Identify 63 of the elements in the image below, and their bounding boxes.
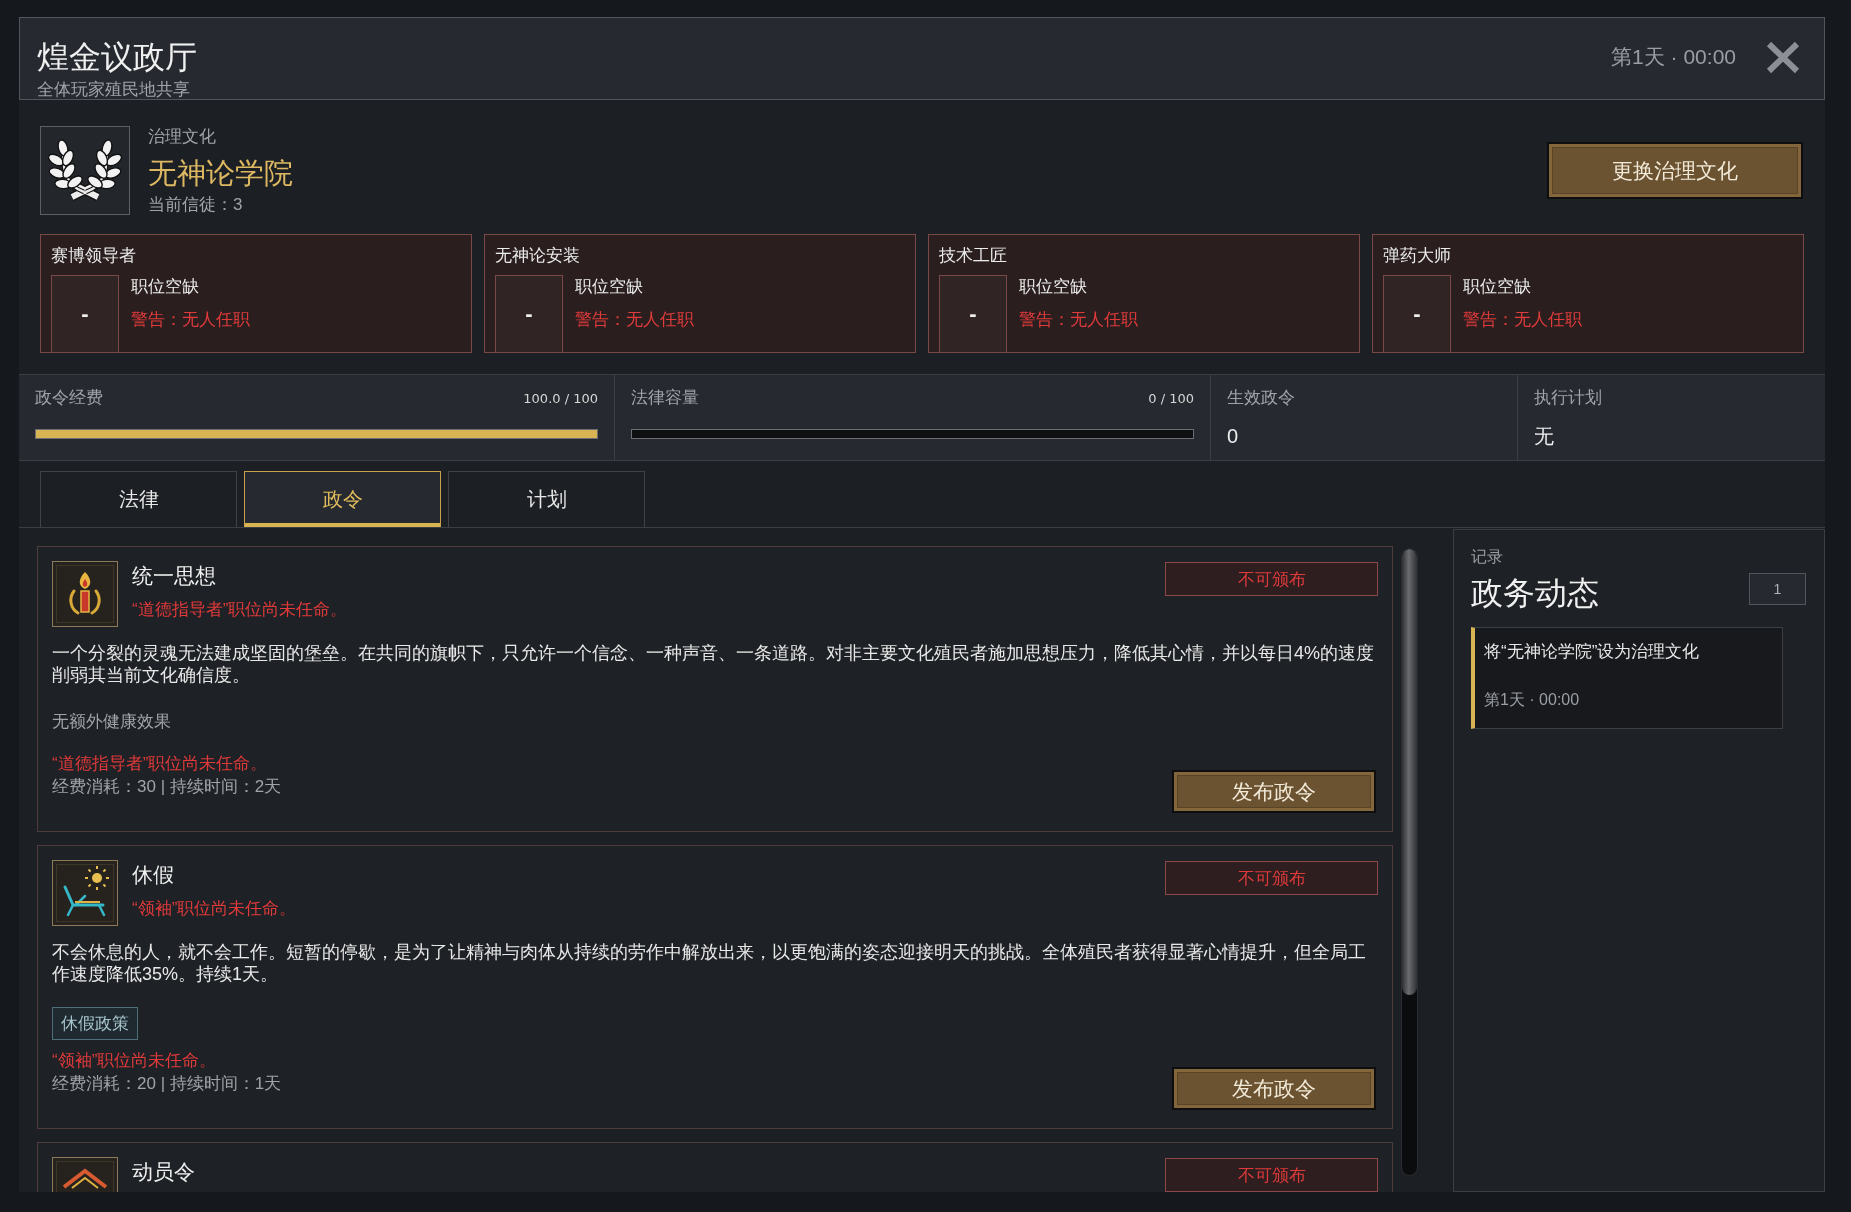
empty-portrait-slot[interactable]: - bbox=[495, 275, 563, 352]
issue-decree-button[interactable]: 发布政令 bbox=[1172, 1067, 1376, 1110]
stat-label: 政令经费 bbox=[35, 388, 103, 408]
tab[interactable]: 政令 bbox=[244, 471, 441, 527]
cost-duration-text: 经费消耗：20 | 持续时间：1天 bbox=[52, 1073, 282, 1095]
stat-value: 0 bbox=[1227, 425, 1239, 447]
decree-description: 不会休息的人，就不会工作。短暂的停歇，是为了让精神与肉体从持续的劳作中解放出来，以更饱满的姿态迎接明天的挑战。全体殖民者获得显著心情提升，但全局工作速度降低35%。持续1天。 bbox=[52, 941, 1367, 985]
tab[interactable]: 计划 bbox=[448, 471, 645, 527]
issue-decree-button[interactable]: 发布政令 bbox=[1172, 770, 1376, 813]
effect-note: 无额外健康效果 bbox=[52, 711, 171, 733]
empty-portrait-slot[interactable]: - bbox=[51, 275, 119, 352]
log-entry-time: 第1天 · 00:00 bbox=[1484, 690, 1580, 710]
status-badge: 不可颁布 bbox=[1165, 1158, 1378, 1192]
follower-count: 当前信徒：3 bbox=[148, 194, 243, 215]
decree-title: 统一思想 bbox=[132, 563, 216, 589]
vacancy-warning: 警告：无人任职 bbox=[1463, 309, 1582, 331]
vacancy-status: 职位空缺 bbox=[131, 277, 199, 297]
requirement-warning: “道德指导者”职位尚未任命。 bbox=[132, 599, 348, 621]
status-badge: 不可颁布 bbox=[1165, 562, 1378, 596]
laurel-wreath-icon bbox=[40, 126, 130, 215]
stat-reading: 0 / 100 bbox=[1148, 390, 1194, 406]
vacancy-status: 职位空缺 bbox=[1019, 277, 1087, 297]
change-culture-button[interactable]: 更换治理文化 bbox=[1547, 142, 1803, 199]
stat-label: 法律容量 bbox=[631, 388, 699, 408]
empty-portrait-slot[interactable]: - bbox=[939, 275, 1007, 352]
close-icon[interactable] bbox=[1766, 40, 1800, 74]
vacancy-warning: 警告：无人任职 bbox=[575, 309, 694, 331]
log-entry-text: 将“无神论学院”设为治理文化 bbox=[1484, 641, 1700, 663]
scrollbar-thumb[interactable] bbox=[1402, 549, 1417, 995]
culture-name: 无神论学院 bbox=[148, 155, 293, 190]
decree-description: 一个分裂的灵魂无法建成坚固的堡垒。在共同的旗帜下，只允许一个信念、一种声音、一条道路。对非主要文化殖民者施加思想压力，降低其心情，并以每日4%的速度削弱其当前文化确信度。 bbox=[52, 642, 1375, 686]
vacancy-warning: 警告：无人任职 bbox=[131, 309, 250, 331]
requirement-note: “领袖”职位尚未任命。 bbox=[52, 1050, 217, 1072]
empty-portrait-slot[interactable]: - bbox=[1383, 275, 1451, 352]
window-subtitle: 全体玩家殖民地共享 bbox=[37, 81, 190, 99]
position-title: 无神论安装 bbox=[495, 245, 580, 267]
position-title: 赛博领导者 bbox=[51, 245, 136, 267]
log-count: 1 bbox=[1749, 573, 1806, 605]
window-title: 煌金议政厅 bbox=[37, 39, 197, 75]
position-title: 技术工匠 bbox=[939, 245, 1007, 267]
stat-label: 生效政令 bbox=[1227, 388, 1295, 408]
stat-label: 执行计划 bbox=[1534, 388, 1602, 408]
decree-title: 休假 bbox=[132, 862, 174, 888]
log-label: 记录 bbox=[1471, 547, 1503, 567]
requirement-warning: “领袖”职位尚未任命。 bbox=[132, 898, 297, 920]
vacancy-status: 职位空缺 bbox=[575, 277, 643, 297]
game-clock: 第1天 · 00:00 bbox=[1611, 44, 1736, 70]
scrollbar[interactable] bbox=[1401, 548, 1418, 1176]
status-badge: 不可颁布 bbox=[1165, 861, 1378, 895]
effect-tag: 休假政策 bbox=[52, 1007, 138, 1040]
stat-reading: 100.0 / 100 bbox=[523, 390, 598, 406]
decree-title: 动员令 bbox=[132, 1159, 195, 1185]
culture-label: 治理文化 bbox=[148, 126, 216, 147]
vacancy-warning: 警告：无人任职 bbox=[1019, 309, 1138, 331]
tab[interactable]: 法律 bbox=[40, 471, 237, 527]
requirement-note: “道德指导者”职位尚未任命。 bbox=[52, 753, 268, 775]
stat-value: 无 bbox=[1534, 425, 1554, 447]
position-title: 弹药大师 bbox=[1383, 245, 1451, 267]
log-title: 政务动态 bbox=[1471, 574, 1599, 613]
cost-duration-text: 经费消耗：30 | 持续时间：2天 bbox=[52, 776, 282, 798]
candle-icon bbox=[52, 561, 118, 627]
vacancy-status: 职位空缺 bbox=[1463, 277, 1531, 297]
sun-and-lounge-chair-icon bbox=[52, 860, 118, 926]
